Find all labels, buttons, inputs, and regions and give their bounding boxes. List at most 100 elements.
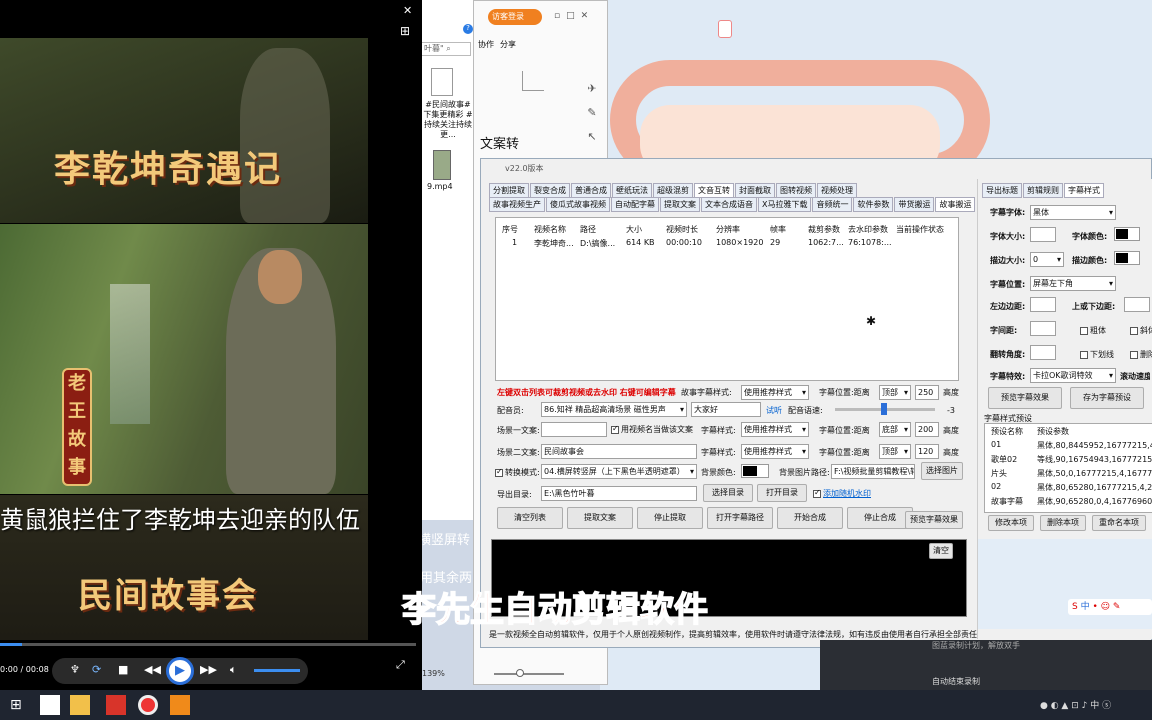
preset-row[interactable]: 01 黑体,80,8445952,16777215,4,2 <box>991 440 1152 450</box>
stop-merge-button[interactable]: 停止合成 <box>847 507 913 529</box>
clear-list-button[interactable]: 清空列表 <box>497 507 563 529</box>
stroke-color-picker[interactable] <box>1114 251 1140 265</box>
player-icon[interactable] <box>170 695 190 715</box>
underline-checkbox[interactable]: 下划线 <box>1080 349 1114 360</box>
edit-preset-button[interactable]: 修改本项 <box>988 515 1034 531</box>
checkbox[interactable] <box>611 424 619 434</box>
window-controls[interactable]: ▫□✕ <box>554 11 594 21</box>
file-icon[interactable] <box>431 68 453 96</box>
pos-select[interactable]: 顶部 <box>879 444 911 459</box>
close-icon[interactable]: ✕ <box>403 4 412 17</box>
speed-handle[interactable] <box>881 403 887 415</box>
tab-text-audio[interactable]: 文音互转 <box>694 183 734 198</box>
folder-icon[interactable] <box>70 695 90 715</box>
start-icon[interactable]: ⊞ <box>10 695 30 715</box>
subtab[interactable]: 文本合成语音 <box>701 197 757 212</box>
preset-row[interactable]: 歌单02 等线,90,16754943,16777215,4,2 <box>991 454 1152 465</box>
convert-mode-select[interactable]: 04.横屏转竖屏（上下黑色半透明遮罩） <box>541 464 697 479</box>
stroke-size-select[interactable]: 0 <box>1030 252 1064 267</box>
subtab[interactable]: 傻瓜式故事视频 <box>546 197 610 212</box>
bold-checkbox[interactable]: 粗体 <box>1080 325 1106 336</box>
size-input[interactable] <box>1030 227 1056 242</box>
pip-icon[interactable]: ⊞ <box>400 24 410 38</box>
search-input[interactable]: 叶暮" ⌕ <box>421 42 471 56</box>
subtitle-icon[interactable]: ♆ <box>70 663 80 676</box>
use-video-name-checkbox[interactable]: 用视频名当做该文案 <box>611 424 693 435</box>
pos-select[interactable]: 屏幕左下角 <box>1030 276 1116 291</box>
help-icon[interactable]: ? <box>463 24 473 34</box>
story-sub-style-select[interactable]: 使用推荐样式 <box>741 385 809 400</box>
spacing-input[interactable] <box>1030 321 1056 336</box>
save-preset-button[interactable]: 存为字幕预设 <box>1070 387 1144 409</box>
ime-toolbar[interactable]: S 中 • ☺ ✎ <box>1068 599 1152 615</box>
tab-video-process[interactable]: 视频处理 <box>817 183 857 198</box>
sub-style-select[interactable]: 使用推荐样式 <box>741 422 809 437</box>
scene2-input[interactable]: 民间故事会 <box>541 444 697 459</box>
choose-image-button[interactable]: 选择图片 <box>921 462 963 480</box>
effect-select[interactable]: 卡拉OK歌词特效 <box>1030 368 1116 383</box>
preview-sub-button[interactable]: 预览字幕效果 <box>905 511 963 529</box>
loop-icon[interactable]: ⟳ <box>92 663 101 676</box>
pos-select[interactable]: 顶部 <box>879 385 911 400</box>
collab-button[interactable]: 协作 <box>478 39 494 50</box>
tab-super-mix[interactable]: 超级混剪 <box>653 183 693 198</box>
preset-table[interactable]: 预设名称 预设参数 01 黑体,80,8445952,16777215,4,2 歌… <box>984 423 1152 513</box>
tab-fission[interactable]: 裂变合成 <box>530 183 570 198</box>
play-icon[interactable]: ▶ <box>166 657 194 685</box>
subtab[interactable]: 音频统一 <box>812 197 853 212</box>
video-thumbnail[interactable] <box>433 150 451 180</box>
scene1-input[interactable] <box>541 422 607 437</box>
choose-dir-button[interactable]: 选择目录 <box>703 484 753 502</box>
zoom-handle[interactable] <box>516 669 524 677</box>
stop-icon[interactable]: ■ <box>118 663 128 676</box>
voice-select[interactable]: 86.知祥 精品超高清场景 磁性男声 <box>541 402 687 417</box>
progress-bar[interactable] <box>0 643 416 646</box>
login-badge[interactable]: 访客登录 <box>488 9 542 25</box>
height-input[interactable]: 250 <box>915 385 939 400</box>
checkbox[interactable] <box>1080 326 1088 335</box>
watermark-checkbox[interactable]: 添加随机水印 <box>813 488 871 499</box>
try-listen-link[interactable]: 试听 <box>766 405 782 416</box>
subtab[interactable]: 软件参数 <box>853 197 894 212</box>
tb-margin-input[interactable] <box>1124 297 1150 312</box>
font-select[interactable]: 黑体 <box>1030 205 1116 220</box>
volume-icon[interactable]: 🔈︎ <box>230 663 237 677</box>
font-color-picker[interactable] <box>1114 227 1140 241</box>
strike-checkbox[interactable]: 删除 <box>1130 349 1152 360</box>
tab-cover[interactable]: 封面截取 <box>735 183 775 198</box>
preset-row[interactable]: 02 黑体,80,65280,16777215,4,255 <box>991 482 1152 492</box>
clear-log-button[interactable]: 清空 <box>929 543 953 559</box>
zoom-slider[interactable] <box>494 673 564 675</box>
bg-color-picker[interactable] <box>741 464 769 478</box>
subtab[interactable]: 故事视频生产 <box>489 197 545 212</box>
bg-img-path-input[interactable]: F:\视频批量剪辑教程\转 <box>831 464 915 479</box>
voice-text-input[interactable]: 大家好 <box>691 402 761 417</box>
height-input[interactable]: 200 <box>915 422 939 437</box>
preset-row[interactable]: 故事字幕 黑体,90,65280,0,4,16776960,0, <box>991 496 1152 507</box>
tab-image-video[interactable]: 图转视频 <box>776 183 816 198</box>
tab-wallpaper[interactable]: 壁纸玩法 <box>612 183 652 198</box>
tab-export-title[interactable]: 导出标题 <box>982 183 1022 198</box>
preview-effect-button[interactable]: 预览字幕效果 <box>988 387 1062 409</box>
stop-extract-button[interactable]: 停止提取 <box>637 507 703 529</box>
start-merge-button[interactable]: 开始合成 <box>777 507 843 529</box>
open-sub-path-button[interactable]: 打开字幕路径 <box>707 507 773 529</box>
lr-margin-input[interactable] <box>1030 297 1056 312</box>
tab-edit-rules[interactable]: 剪辑规则 <box>1023 183 1063 198</box>
delete-preset-button[interactable]: 删除本项 <box>1040 515 1086 531</box>
subtab[interactable]: X马拉雅下载 <box>758 197 812 212</box>
checkbox[interactable] <box>1130 326 1138 335</box>
forward-icon[interactable]: ▶▶ <box>200 663 217 676</box>
tab-sub-style[interactable]: 字幕样式 <box>1064 183 1104 198</box>
export-dir-input[interactable]: E:\黑色竹叶暮 <box>541 486 697 501</box>
extract-text-button[interactable]: 提取文案 <box>567 507 633 529</box>
preset-row[interactable]: 片头 黑体,50,0,16777215,4,1677721 <box>991 468 1152 479</box>
task-view-icon[interactable] <box>40 695 60 715</box>
subtab[interactable]: 提取文案 <box>660 197 700 212</box>
subtab[interactable]: 自动配字幕 <box>611 197 659 212</box>
video-table[interactable]: 序号 视频名称 路径 大小 视频时长 分辨率 帧率 裁剪参数 去水印参数 当前操… <box>495 217 959 381</box>
tab-split[interactable]: 分割提取 <box>489 183 529 198</box>
pos-select[interactable]: 底部 <box>879 422 911 437</box>
subtab[interactable]: 带货搬运 <box>894 197 935 212</box>
subtab[interactable]: 故事搬运 <box>935 197 976 212</box>
